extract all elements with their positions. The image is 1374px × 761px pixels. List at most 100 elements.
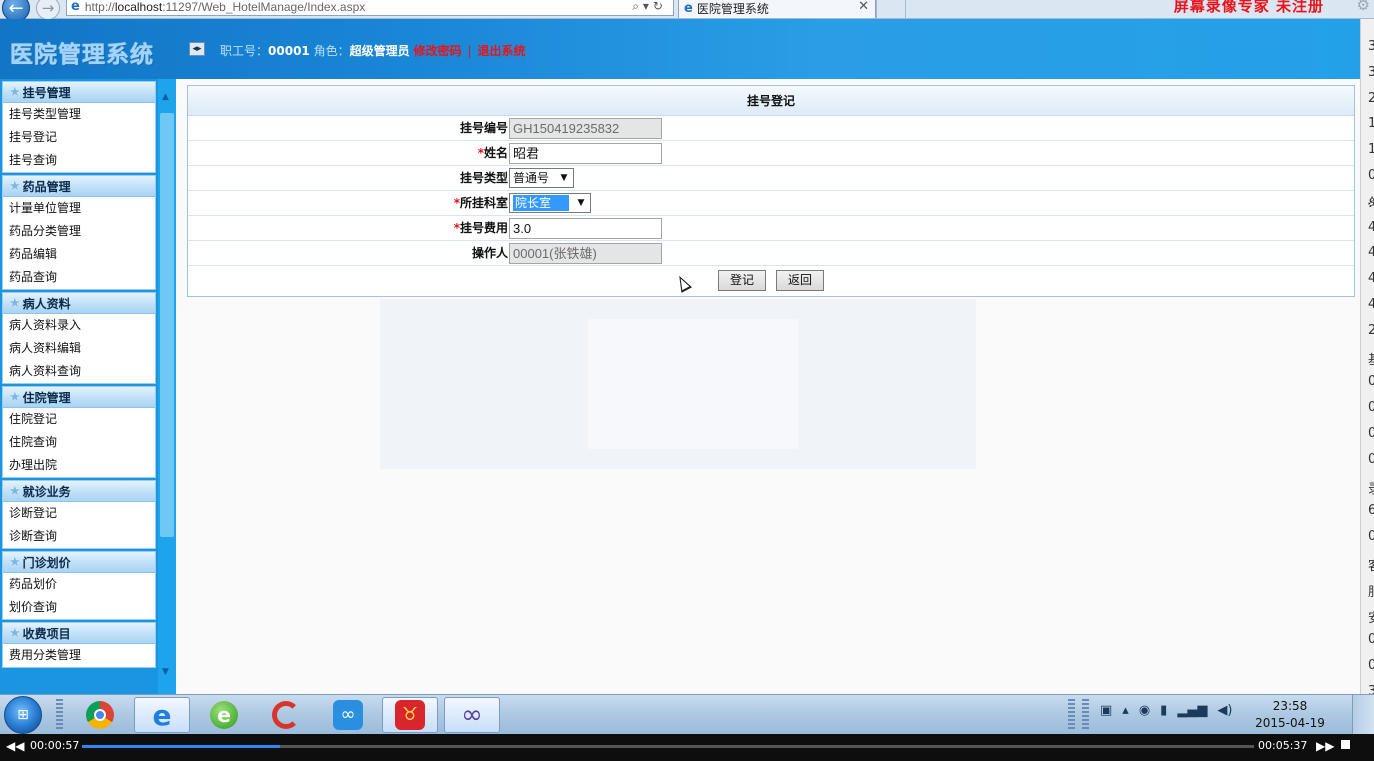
menu-item-admission[interactable]: 住院登记 [3,408,155,431]
menu-item-drug-pricing[interactable]: 药品划价 [3,573,155,596]
taskbar-grip [56,699,63,731]
department-select[interactable]: 院长室 ▼ [509,193,591,213]
menu-item-drug-edit[interactable]: 药品编辑 [3,243,155,266]
name-input[interactable]: 昭君 [509,143,662,164]
menu-item-patient-query[interactable]: 病人资料查询 [3,360,155,383]
menu-item-admission-query[interactable]: 住院查询 [3,431,155,454]
taskbar: ⊞ e e ∞ ♉ ∞ ▣ ▴ ◉ ▮ ▂▄▆ ◀) 23:58 2015-04… [0,694,1374,735]
background-window-text: 4 [1368,220,1374,235]
background-window-text: 录 [1368,478,1374,497]
menu-group-header[interactable]: ★ 收费项目 [3,623,155,644]
menu-group-title: 就诊业务 [22,484,71,499]
show-desktop-button[interactable] [1352,695,1374,735]
staff-id-value: 00001 [268,44,310,58]
scroll-down-icon[interactable]: ▼ [162,667,169,677]
stop-icon[interactable] [1341,740,1350,749]
change-password-link[interactable]: 修改密码 [413,44,461,58]
menu-group-header[interactable]: ★ 药品管理 [3,176,155,197]
windows-start-icon[interactable]: ⊞ [4,696,42,734]
back-button[interactable]: 返回 [776,270,824,291]
menu-item-patient-edit[interactable]: 病人资料编辑 [3,337,155,360]
app-logo: 医院管理系统 [10,42,154,68]
form-buttons: 登记 返回 [188,266,1354,294]
menu-item-pricing-query[interactable]: 划价查询 [3,596,155,619]
scroll-up-icon[interactable]: ▲ [162,92,169,102]
menu-item-diagnosis-register[interactable]: 诊断登记 [3,502,155,525]
tab-close-icon[interactable]: ✕ [858,0,869,14]
menu-item-patient-entry[interactable]: 病人资料录入 [3,314,155,337]
ie-green-icon[interactable]: e [196,697,252,733]
taskbar-grip [1068,699,1075,731]
menu-group-header[interactable]: ★ 挂号管理 [3,82,155,103]
menu-item-drug-category[interactable]: 药品分类管理 [3,220,155,243]
menu-item-reg-type[interactable]: 挂号类型管理 [3,103,155,126]
taskbar-grip [1082,699,1089,731]
menu-item-reg-query[interactable]: 挂号查询 [3,149,155,172]
chrome-icon[interactable] [72,697,128,733]
menu-group-title: 门诊划价 [22,555,71,570]
menu-item-fee-category[interactable]: 费用分类管理 [3,644,155,667]
progress-track[interactable] [82,745,1254,748]
gear-icon[interactable]: ⚙ [1357,0,1370,14]
search-refresh-icons[interactable]: ⌕▾↻ [632,0,667,14]
star-icon: ★ [9,389,21,405]
menu-group-drugs: ★ 药品管理 计量单位管理 药品分类管理 药品编辑 药品查询 [2,175,156,290]
menu-item-discharge[interactable]: 办理出院 [3,454,155,477]
security-icon[interactable]: ◉ [1139,703,1150,718]
visual-studio-icon[interactable]: ∞ [444,697,500,733]
system-tray: ▣ ▴ ◉ ▮ ▂▄▆ ◀) [1100,703,1232,718]
background-window-text: 基 [1368,349,1374,368]
menu-group-header[interactable]: ★ 就诊业务 [3,481,155,502]
background-window-text: 4 [1368,245,1374,260]
recorder-app-icon[interactable]: ♉ [382,697,438,733]
fast-forward-icon[interactable]: ▶▶ [1316,739,1334,753]
menu-group-header[interactable]: ★ 病人资料 [3,293,155,314]
usb-icon[interactable]: ▮ [1160,703,1167,718]
menu-item-unit[interactable]: 计量单位管理 [3,197,155,220]
menu-group-header[interactable]: ★ 住院管理 [3,387,155,408]
rewind-icon[interactable]: ◀◀ [6,739,24,753]
browser-tab[interactable]: e 医院管理系统 ✕ [678,0,876,18]
background-window-text: 0 [1368,400,1374,415]
form-row-reg-no: 挂号编号 GH150419235832 [188,116,1354,141]
tray-app-icon[interactable]: ▣ [1100,703,1112,718]
menu-group-diagnosis: ★ 就诊业务 诊断登记 诊断查询 [2,480,156,549]
background-window-text: 6 [1368,503,1374,518]
menu-item-drug-query[interactable]: 药品查询 [3,266,155,289]
ccleaner-icon[interactable] [258,697,314,733]
progress-fill [82,745,281,748]
form-row-operator: 操作人 00001(张铁雄) [188,241,1354,266]
form-row-fee: *挂号费用 3.0 [188,216,1354,241]
tray-expand-icon[interactable]: ▴ [1122,703,1129,718]
reg-no-label: 挂号编号 [459,121,508,135]
menu-group-title: 收费项目 [22,626,71,641]
menu-group-pricing: ★ 门诊划价 药品划价 划价查询 [2,551,156,620]
background-window-text: 2 [1368,323,1374,338]
forward-arrow-icon[interactable]: → [36,0,60,20]
main-content: 挂号登记 挂号编号 GH150419235832 *姓名 昭君 挂号类型 普通号… [176,79,1360,694]
ie-icon[interactable]: e [134,697,190,733]
menu-item-reg-register[interactable]: 挂号登记 [3,126,155,149]
background-window-text: 安 [1368,607,1374,626]
background-window-text: 客 [1368,555,1374,574]
network-icon[interactable]: ▂▄▆ [1177,703,1207,718]
form-title: 挂号登记 [188,86,1354,116]
menu-item-diagnosis-query[interactable]: 诊断查询 [3,525,155,548]
menu-group-title: 药品管理 [22,179,71,194]
staff-id-label: 职工号： [220,44,269,58]
submit-button[interactable]: 登记 [718,270,766,291]
background-window-text: 服 [1368,581,1374,600]
total-time: 00:05:37 [1258,739,1308,752]
cloud-app-icon[interactable]: ∞ [320,697,376,733]
clock[interactable]: 23:58 2015-04-19 [1255,698,1325,732]
new-tab-button[interactable] [876,0,906,18]
menu-group-header[interactable]: ★ 门诊划价 [3,552,155,573]
logout-link[interactable]: 退出系统 [478,44,526,58]
fee-input[interactable]: 3.0 [509,218,662,239]
reg-type-select[interactable]: 普通号 ▼ [509,168,574,188]
background-window-text: 0 [1368,529,1374,544]
address-bar[interactable]: e http://localhost:11297/Web_HotelManage… [66,0,674,16]
sidebar-toggle-icon[interactable]: ◂▸ [189,42,205,56]
volume-icon[interactable]: ◀) [1217,703,1232,718]
sidebar-scroll-thumb[interactable] [160,113,174,537]
